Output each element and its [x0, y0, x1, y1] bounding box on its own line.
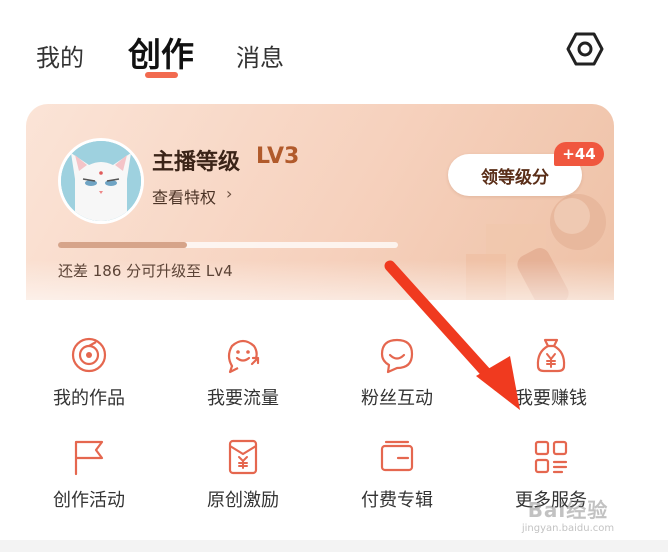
level-title: 主播等级: [152, 150, 241, 175]
claim-count-badge: +44: [554, 142, 604, 166]
wallet-album-icon: [380, 440, 414, 472]
watermark-url: jingyan.baidu.com: [521, 523, 615, 534]
grid-item-my-works[interactable]: 我的作品: [14, 336, 164, 416]
white-cat-avatar-icon: [61, 141, 141, 221]
grid-item-want-traffic[interactable]: 我要流量: [168, 336, 318, 416]
level-progress-fill: [58, 242, 188, 248]
grid-item-original-incentive[interactable]: 原创激励: [168, 438, 318, 518]
settings-button[interactable]: [566, 30, 604, 68]
level-progress-text: 还差 186 分可升级至 Lv4: [58, 262, 233, 280]
money-bag-icon: [536, 338, 566, 373]
grid-label: 付费专辑: [361, 490, 433, 511]
traffic-face-icon: [227, 339, 260, 374]
grid-label: 原创激励: [207, 490, 279, 511]
reward-envelope-icon: [228, 439, 258, 475]
grid-item-paid-album[interactable]: 付费专辑: [322, 438, 472, 518]
tab-messages[interactable]: 消息: [236, 38, 284, 73]
level-progress-bar: [58, 242, 398, 248]
more-services-grid-icon: [534, 440, 568, 474]
grid-item-creation-events[interactable]: 创作活动: [14, 438, 164, 518]
level-value: LV3: [256, 144, 300, 169]
top-tab-bar: 我的 创作 消息: [0, 0, 668, 90]
grid-label: 我要流量: [207, 388, 279, 409]
active-tab-indicator: [145, 72, 178, 78]
grid-label: 创作活动: [53, 490, 125, 511]
tab-mine[interactable]: 我的: [36, 38, 84, 73]
red-annotation-arrow-icon: [384, 260, 520, 410]
chevron-right-icon: ›: [226, 184, 233, 203]
view-privileges-link[interactable]: 查看特权: [152, 184, 216, 208]
avatar[interactable]: [58, 138, 144, 224]
watermark: Bai经验 jingyan.baidu.com: [508, 494, 628, 538]
watermark-logo: Bai经验: [527, 498, 609, 522]
bottom-divider: [0, 540, 668, 552]
hexagon-settings-icon: [566, 32, 604, 66]
tab-create[interactable]: 创作: [128, 28, 194, 76]
disc-icon: [71, 337, 107, 373]
flag-icon: [74, 440, 104, 476]
grid-label: 我的作品: [53, 388, 125, 409]
